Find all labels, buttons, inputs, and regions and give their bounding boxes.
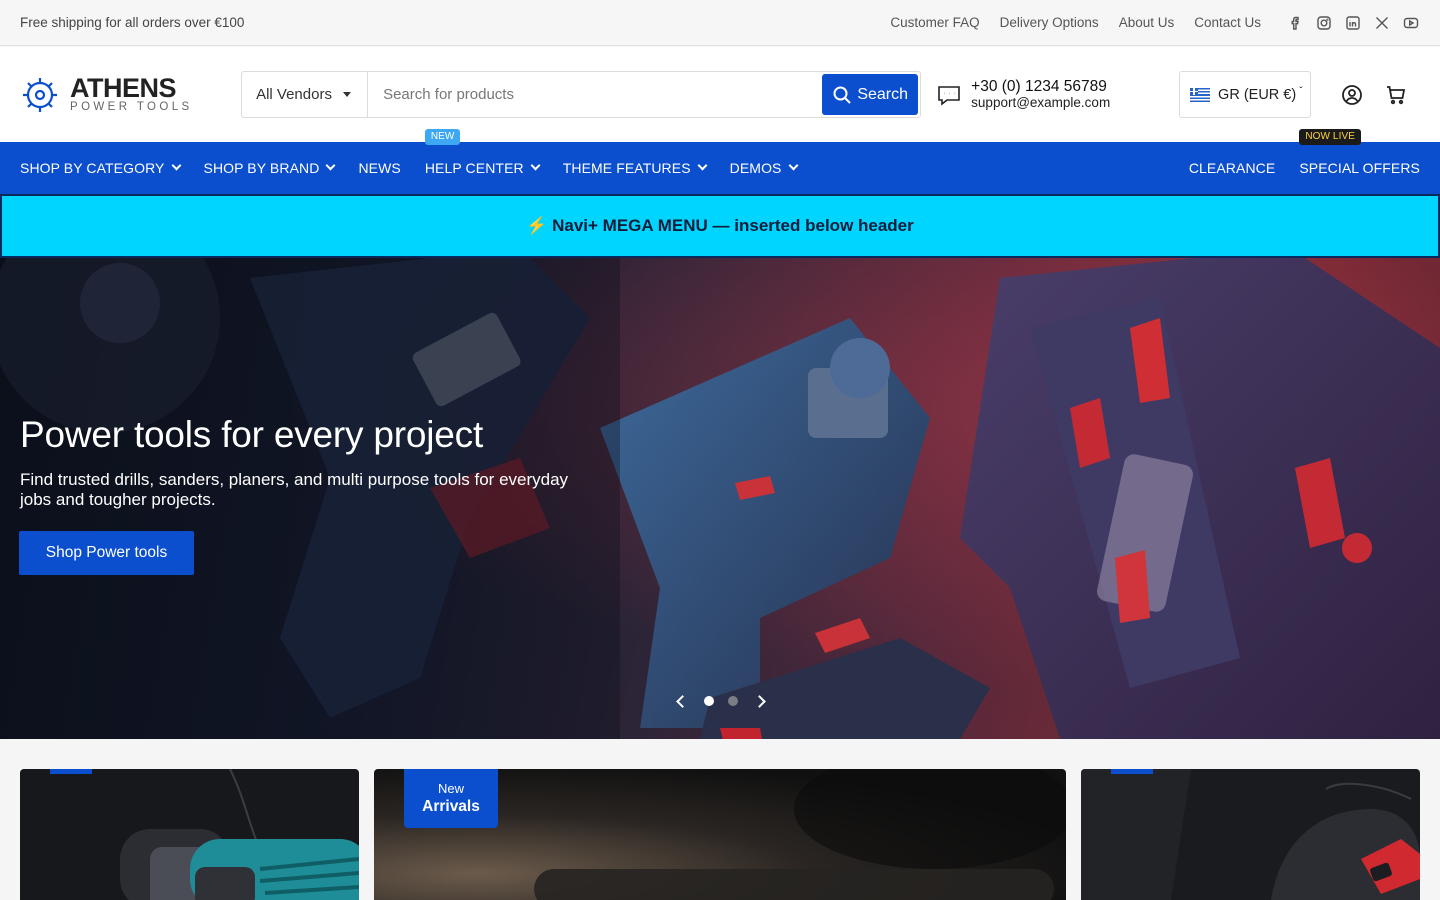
instagram-icon[interactable] [1315,14,1333,32]
chevron-down-icon [788,160,798,170]
nav-label: SPECIAL OFFERS [1299,160,1420,176]
shop-power-tools-button[interactable]: Shop Power tools [19,531,194,575]
new-arrivals-card[interactable]: New Arrivals [374,769,1066,900]
link-contact-us[interactable]: Contact Us [1194,15,1261,30]
nav-label: SHOP BY CATEGORY [20,160,165,176]
nav-demos[interactable]: DEMOS [729,160,798,176]
top-links: Customer FAQ Delivery Options About Us C… [870,15,1261,30]
link-customer-faq[interactable]: Customer FAQ [890,15,979,30]
jigsaw-image [1081,769,1420,900]
nav-label: SHOP BY BRAND [203,160,320,176]
search-button[interactable]: Search [822,74,919,115]
chevron-right-icon[interactable] [753,694,766,708]
chevron-down-icon [171,160,181,170]
nav-theme-features[interactable]: THEME FEATURES [562,160,708,176]
card-tab [1111,769,1153,774]
hero-title: Power tools for every project [20,414,484,455]
support-phone[interactable]: +30 (0) 1234 56789 [971,78,1110,95]
headphones-image [120,769,359,900]
hero-slider: Power tools for every project Find trust… [0,258,1440,739]
nav-shop-by-category[interactable]: SHOP BY CATEGORY [20,160,181,176]
support-contact: +30 (0) 1234 56789 support@example.com [935,78,1179,111]
nav-label: HELP CENTER [424,160,524,176]
logo-name: ATHENS [70,73,177,103]
logo-subtitle: POWER TOOLS [70,101,193,113]
youtube-icon[interactable] [1402,14,1420,32]
nav-label: CLEARANCE [1188,160,1276,176]
slide-dot-2[interactable] [728,696,738,706]
search-input[interactable] [368,72,823,117]
cart-icon[interactable] [1384,83,1408,107]
promo-card-left[interactable] [20,769,359,900]
greece-flag-icon [1190,87,1211,102]
now-live-badge: NOW LIVE [1299,129,1362,145]
logo[interactable]: ATHENS POWER TOOLS [20,75,241,115]
mega-menu-banner: ⚡ Navi+ MEGA MENU — inserted below heade… [0,194,1440,258]
link-delivery-options[interactable]: Delivery Options [1000,15,1099,30]
hero-text: Find trusted drills, sanders, planers, a… [20,470,569,509]
nav-label: DEMOS [729,160,782,176]
nav-label: THEME FEATURES [562,160,691,176]
chevron-down-icon [697,160,708,170]
promo-card-right[interactable] [1081,769,1420,900]
chat-bubble-icon [938,85,960,106]
new-badge: NEW [424,129,461,145]
main-navigation: SHOP BY CATEGORY SHOP BY BRAND NEWS NEW … [0,129,1440,194]
gear-logo-icon [23,77,57,112]
currency-selector[interactable]: GR (EUR €) ˇ [1179,71,1311,118]
hero-content: Power tools for every project Find trust… [19,414,590,575]
header-actions [1332,83,1420,107]
x-icon[interactable] [1373,14,1391,32]
currency-value: GR (EUR €) [1218,86,1297,103]
account-icon[interactable] [1340,83,1364,107]
vendor-select[interactable]: All Vendors [242,72,369,117]
nav-help-center[interactable]: NEW HELP CENTER [424,129,541,176]
chevron-down-icon: ˇ [1299,86,1303,97]
top-bar: Free shipping for all orders over €100 C… [0,0,1440,46]
chevron-down-icon [325,160,336,170]
label-line-1: New [437,781,464,796]
slide-dot-1[interactable] [704,696,714,706]
card-tab [50,769,92,774]
chevron-down-icon [530,160,541,170]
search-icon [833,86,852,104]
new-arrivals-label: New Arrivals [404,769,498,828]
nav-news[interactable]: NEWS [358,160,400,176]
nav-clearance[interactable]: CLEARANCE [1189,160,1275,176]
support-email[interactable]: support@example.com [971,95,1110,111]
nav-shop-by-brand[interactable]: SHOP BY BRAND [203,160,336,176]
search-button-label: Search [857,85,909,103]
slider-controls [676,694,766,708]
search-form: All Vendors Search [241,71,922,118]
chevron-left-icon[interactable] [676,694,689,708]
site-header: ATHENS POWER TOOLS All Vendors Search +3… [0,47,1440,142]
vendor-select-value: All Vendors [256,86,332,103]
nav-special-offers[interactable]: NOW LIVE SPECIAL OFFERS [1299,129,1420,176]
label-line-2: Arrivals [422,798,480,815]
shipping-promo: Free shipping for all orders over €100 [20,15,245,30]
facebook-icon[interactable] [1286,14,1304,32]
caret-down-icon [343,92,352,97]
nav-label: NEWS [358,160,401,176]
social-links [1275,14,1420,32]
linkedin-icon[interactable] [1344,14,1362,32]
link-about-us[interactable]: About Us [1119,15,1175,30]
